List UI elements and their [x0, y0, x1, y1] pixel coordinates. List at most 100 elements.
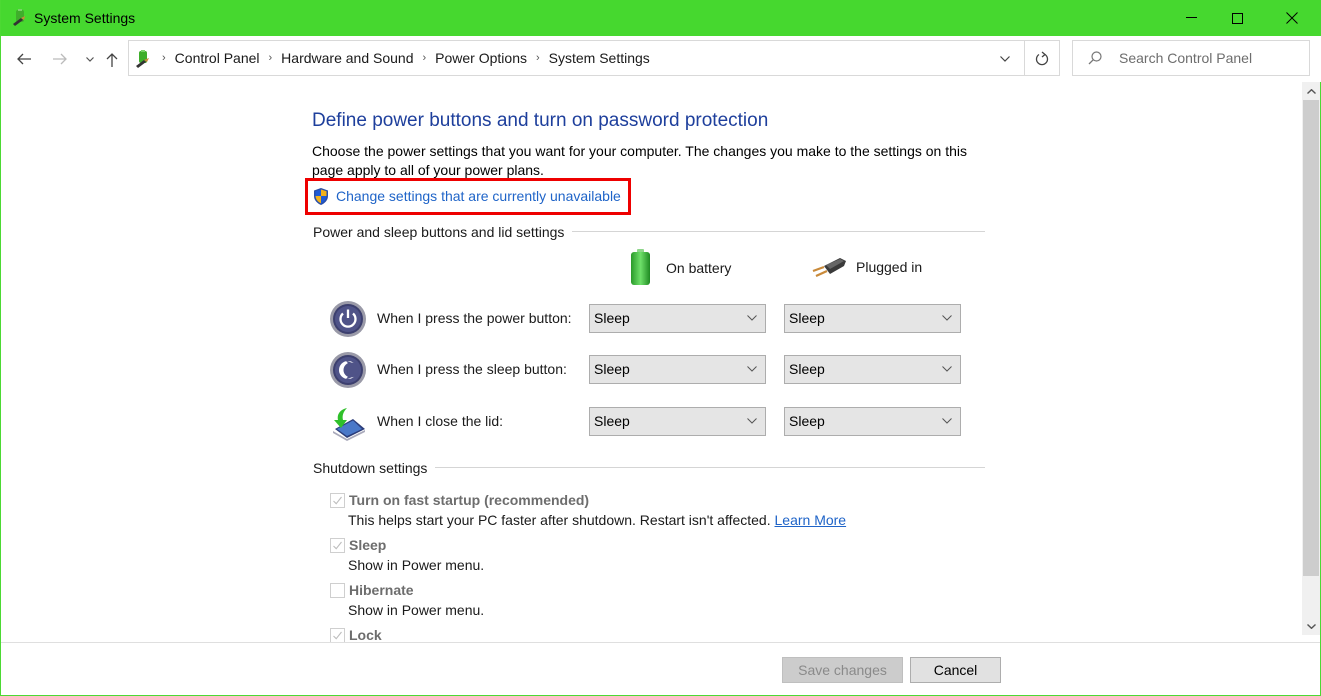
column-on-battery: On battery — [626, 248, 731, 288]
hibernate-description: Show in Power menu. — [348, 602, 485, 618]
chevron-right-icon[interactable]: › — [536, 52, 540, 64]
fast-startup-checkbox-row: Turn on fast startup (recommended) — [330, 492, 589, 508]
sleep-button-on-battery-select[interactable]: Sleep — [589, 355, 766, 384]
chevron-right-icon: › — [162, 52, 166, 64]
fast-startup-checkbox[interactable] — [330, 492, 345, 508]
shutdown-section-title: Shutdown settings — [313, 460, 436, 476]
forward-button[interactable] — [49, 48, 71, 70]
learn-more-link[interactable]: Learn More — [775, 512, 847, 528]
power-options-icon — [136, 50, 149, 68]
up-button[interactable] — [101, 48, 123, 70]
back-arrow-icon — [17, 53, 31, 65]
lock-checkbox-row: Lock — [330, 627, 382, 642]
power-button-setting-row: When I press the power button: Sleep Sle… — [329, 299, 969, 339]
description-text: This helps start your PC faster after sh… — [348, 512, 771, 528]
column-plugged-in: Plugged in — [810, 254, 922, 280]
chevron-down-icon — [747, 366, 757, 372]
checkmark-icon — [333, 631, 342, 640]
power-button-label: When I press the power button: — [377, 310, 572, 326]
power-options-app-icon — [13, 9, 25, 26]
back-button[interactable] — [13, 48, 35, 70]
plugged-in-label: Plugged in — [856, 259, 923, 275]
sleep-description: Show in Power menu. — [348, 557, 485, 573]
breadcrumb: › Control Panel › Hardware and Sound › P… — [157, 41, 650, 75]
chevron-up-icon — [1306, 88, 1316, 94]
page-title: Define power buttons and turn on passwor… — [312, 110, 769, 131]
sleep-button-plugged-in-select[interactable]: Sleep — [784, 355, 961, 384]
chevron-right-icon[interactable]: › — [269, 52, 273, 64]
power-plug-icon — [812, 258, 846, 278]
lock-label: Lock — [349, 627, 382, 642]
close-button[interactable] — [1269, 0, 1315, 36]
power-button-plugged-in-select[interactable]: Sleep — [784, 304, 961, 333]
lid-plugged-in-select[interactable]: Sleep — [784, 407, 961, 436]
chevron-right-icon[interactable]: › — [422, 52, 426, 64]
lid-label: When I close the lid: — [377, 413, 504, 429]
fast-startup-description: This helps start your PC faster after sh… — [348, 512, 846, 528]
maximize-icon — [1231, 12, 1243, 24]
search-icon — [1088, 51, 1102, 65]
address-bar[interactable]: › Control Panel › Hardware and Sound › P… — [128, 40, 1025, 76]
page-description: Choose the power settings that you want … — [312, 143, 968, 178]
selected-value: Sleep — [594, 310, 630, 326]
window-title: System Settings — [34, 10, 136, 26]
search-input[interactable] — [1119, 48, 1304, 68]
selected-value: Sleep — [789, 361, 825, 377]
chevron-down-icon — [1000, 56, 1010, 62]
lock-checkbox[interactable] — [330, 627, 345, 642]
uac-shield-icon — [314, 188, 328, 205]
address-history-dropdown[interactable] — [994, 50, 1016, 68]
on-battery-label: On battery — [666, 260, 732, 276]
refresh-button[interactable] — [1024, 40, 1060, 76]
sleep-button-icon — [330, 352, 366, 388]
forward-arrow-icon — [53, 53, 67, 65]
chevron-down-icon — [942, 366, 952, 372]
chevron-down-icon — [1306, 623, 1316, 629]
cancel-button[interactable]: Cancel — [910, 657, 1001, 683]
chevron-down-icon — [942, 418, 952, 424]
minimize-button[interactable] — [1168, 0, 1214, 36]
checkmark-icon — [333, 496, 342, 505]
breadcrumb-hardware-and-sound[interactable]: Hardware and Sound — [281, 50, 413, 66]
sleep-checkbox[interactable] — [330, 537, 345, 553]
selected-value: Sleep — [594, 413, 630, 429]
sleep-checkbox-row: Sleep — [330, 537, 386, 553]
vertical-scrollbar[interactable] — [1302, 82, 1320, 635]
close-icon — [1286, 12, 1298, 24]
hibernate-checkbox[interactable] — [330, 582, 345, 598]
selected-value: Sleep — [594, 361, 630, 377]
chevron-down-icon — [747, 315, 757, 321]
laptop-lid-icon — [333, 408, 365, 441]
refresh-icon — [1035, 51, 1048, 65]
power-button-on-battery-select[interactable]: Sleep — [589, 304, 766, 333]
sleep-label: Sleep — [349, 537, 387, 553]
maximize-button[interactable] — [1214, 0, 1260, 36]
save-changes-button[interactable]: Save changes — [782, 657, 903, 683]
scrollbar-thumb[interactable] — [1303, 100, 1319, 576]
scroll-down-button[interactable] — [1302, 617, 1320, 635]
recent-locations-button[interactable] — [79, 48, 101, 70]
power-button-icon — [330, 301, 366, 337]
battery-icon — [631, 249, 650, 285]
footer-bar: Save changes Cancel — [1, 642, 1320, 695]
selected-value: Sleep — [789, 310, 825, 326]
checkmark-icon — [333, 541, 342, 550]
buttons-section-title: Power and sleep buttons and lid settings — [313, 224, 573, 240]
window: System Settings › Control Panel › Hardwa… — [0, 0, 1321, 696]
lid-on-battery-select[interactable]: Sleep — [589, 407, 766, 436]
main-content: Define power buttons and turn on passwor… — [1, 82, 1301, 642]
navigation-bar: › Control Panel › Hardware and Sound › P… — [1, 36, 1321, 82]
title-bar: System Settings — [1, 0, 1321, 36]
chevron-down-icon — [86, 56, 94, 62]
scroll-up-button[interactable] — [1302, 82, 1320, 100]
hibernate-label: Hibernate — [349, 582, 414, 598]
search-box[interactable] — [1072, 40, 1310, 76]
sleep-button-label: When I press the sleep button: — [377, 361, 567, 377]
minimize-icon — [1185, 17, 1197, 18]
breadcrumb-control-panel[interactable]: Control Panel — [175, 50, 260, 66]
selected-value: Sleep — [789, 413, 825, 429]
change-unavailable-settings-link[interactable]: Change settings that are currently unava… — [336, 188, 621, 204]
breadcrumb-system-settings[interactable]: System Settings — [549, 50, 650, 66]
breadcrumb-power-options[interactable]: Power Options — [435, 50, 527, 66]
sleep-button-setting-row: When I press the sleep button: Sleep Sle… — [329, 350, 969, 390]
